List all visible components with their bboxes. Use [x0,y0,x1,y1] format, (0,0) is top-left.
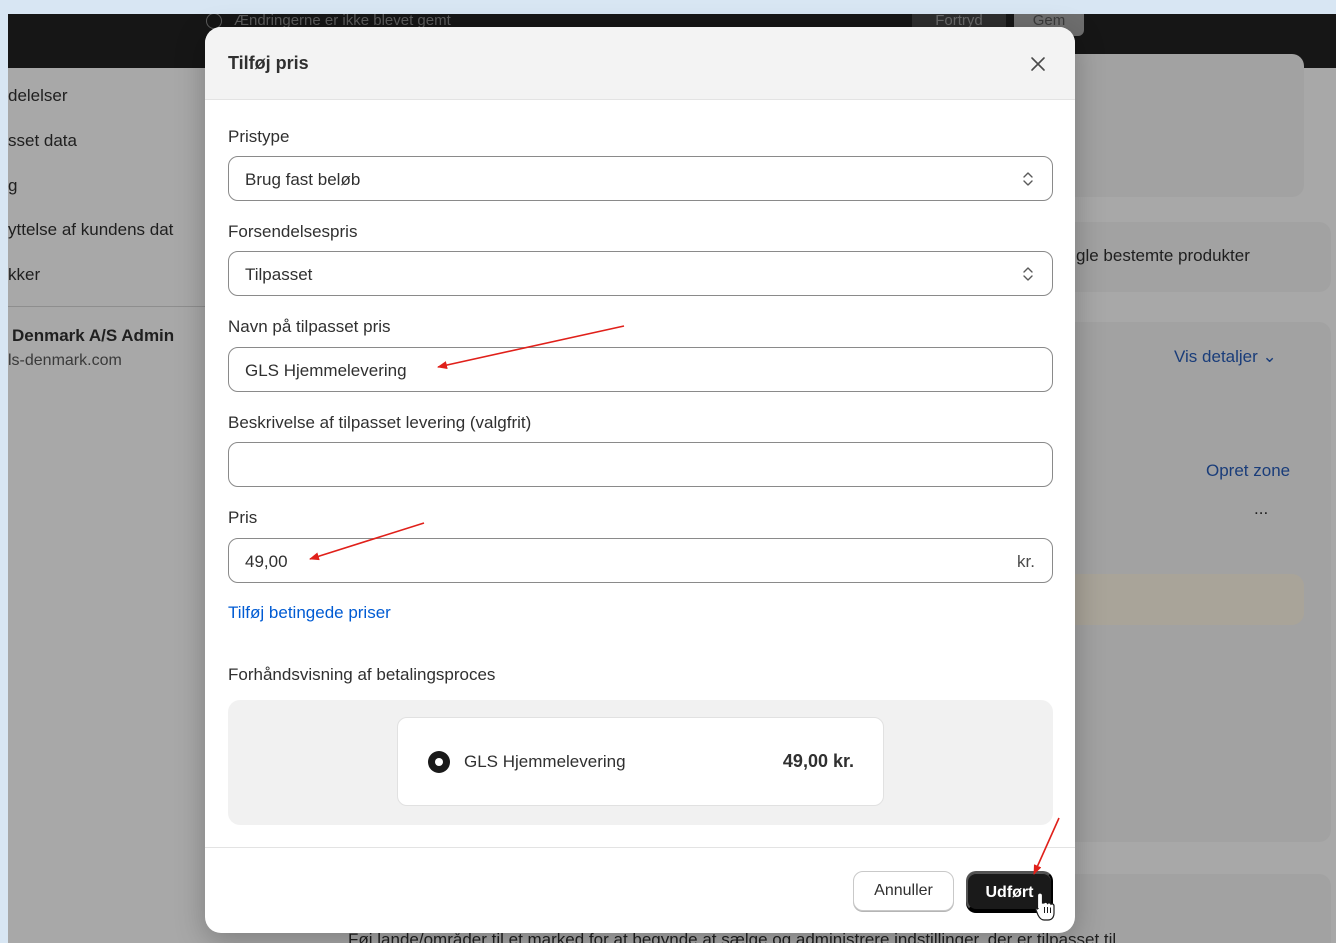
details-link-label: Vis detaljer [1174,347,1258,366]
select-arrows-icon [1023,172,1033,186]
sidebar: delelser sset data g yttelse af kundens … [8,68,208,943]
shipping-rate-select[interactable]: Tilpasset [228,251,1053,296]
sidebar-item-customer-privacy[interactable]: yttelse af kundens dat [8,220,173,240]
products-text: gle bestemte produkter [1076,246,1250,265]
done-button[interactable]: Udført [966,871,1053,911]
details-link[interactable]: Vis detaljer ⌄ [1174,347,1277,367]
custom-rate-name-label: Navn på tilpasset pris [228,317,391,336]
background-banner [1058,574,1304,625]
close-icon[interactable] [1025,51,1051,77]
modal-footer: Annuller Udført [205,847,1075,933]
store-name[interactable]: Denmark A/S Admin [12,326,174,346]
custom-rate-name-input[interactable]: GLS Hjemmelevering [228,347,1053,392]
price-label: Pris [228,508,258,527]
create-zone-link[interactable]: Opret zone [1206,461,1290,481]
modal-title: Tilføj pris [228,53,309,73]
delivery-description-label: Beskrivelse af tilpasset levering (valgf… [228,413,532,432]
custom-rate-name-value: GLS Hjemmelevering [245,361,407,380]
price-input[interactable]: 49,00 kr. [228,538,1053,583]
sidebar-item-policies[interactable]: kker [8,265,40,285]
sidebar-divider [8,306,208,307]
preview-rate-price: 49,00 kr. [782,751,854,771]
modal-header: Tilføj pris [205,27,1075,100]
price-value: 49,00 [245,552,288,571]
add-conditional-rates-link[interactable]: Tilføj betingede priser [228,603,391,623]
sidebar-item-sharing[interactable]: delelser [8,86,68,106]
cancel-button[interactable]: Annuller [853,871,954,911]
price-type-value: Brug fast beløb [245,170,361,189]
store-url: ls-denmark.com [8,352,122,369]
shipping-rate-label: Forsendelsespris [228,222,358,241]
price-type-select[interactable]: Brug fast beløb [228,156,1053,201]
select-arrows-icon [1023,267,1033,281]
add-rate-modal: Tilføj pris Pristype Brug fast beløb For… [205,27,1075,933]
sidebar-item-g[interactable]: g [8,176,17,196]
sidebar-item-custom-data[interactable]: sset data [8,131,77,151]
price-type-label: Pristype [228,127,290,146]
preview-rate-name: GLS Hjemmelevering [464,752,626,771]
chevron-down-icon: ⌄ [1262,347,1277,366]
background-card [1058,54,1304,197]
checkout-preview-label: Forhåndsvisning af betalingsproces [228,665,496,684]
radio-selected-icon [428,751,450,773]
delivery-description-input[interactable] [228,442,1053,487]
checkout-preview-card: GLS Hjemmelevering 49,00 kr. [397,717,884,806]
checkout-preview-panel: GLS Hjemmelevering 49,00 kr. [228,700,1053,825]
more-actions-icon[interactable]: ... [1254,499,1268,519]
currency-suffix: kr. [1017,552,1035,571]
shipping-rate-value: Tilpasset [245,265,313,284]
